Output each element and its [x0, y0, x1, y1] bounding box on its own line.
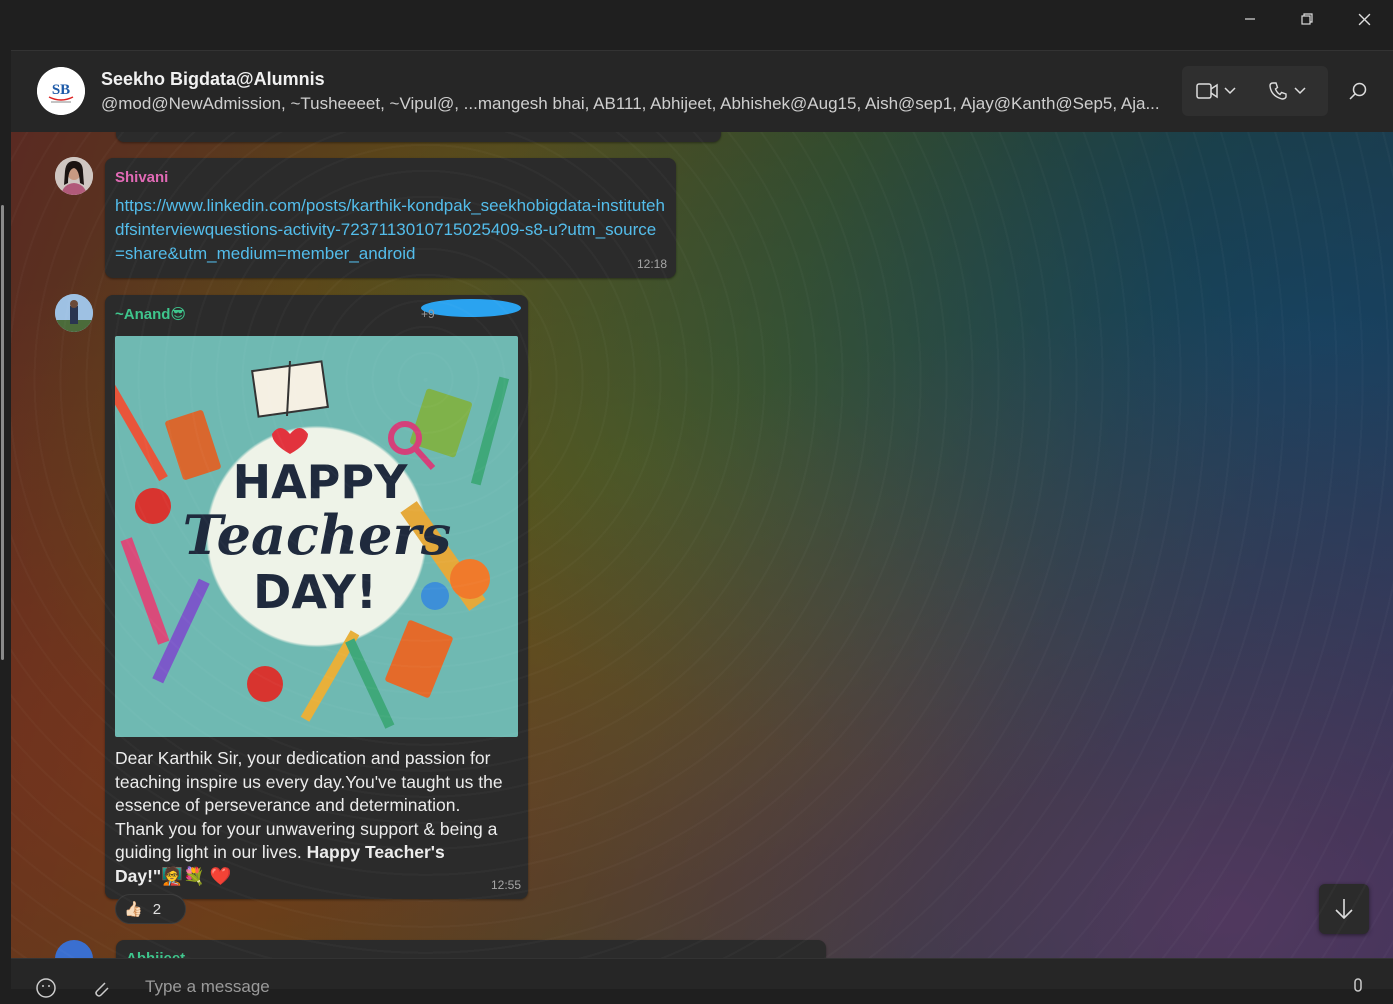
sender-name[interactable]: ~Anand😎	[115, 305, 186, 323]
video-call-icon	[1196, 83, 1218, 99]
chat-area[interactable]: Shivani https://www.linkedin.com/posts/k…	[11, 132, 1393, 958]
sender-name[interactable]: Abhijeet	[126, 950, 185, 958]
message-emoji: 🧑‍🏫💐 ❤️	[161, 865, 232, 886]
avatar-photo	[55, 294, 93, 332]
minimize-button[interactable]	[1222, 0, 1278, 38]
emoji-icon	[36, 978, 56, 998]
close-button[interactable]	[1336, 0, 1392, 38]
group-logo: SB	[37, 67, 85, 115]
restore-button[interactable]	[1279, 0, 1335, 38]
avatar-abhijeet[interactable]	[55, 940, 93, 958]
group-members[interactable]: @mod@NewAdmission, ~Tusheeeet, ~Vipul@, …	[101, 94, 1176, 114]
previous-message-bubble[interactable]	[116, 132, 721, 142]
avatar-anand[interactable]	[55, 294, 93, 332]
sender-name[interactable]: Shivani	[115, 169, 168, 186]
message-text[interactable]: Dear Karthik Sir, your dedication and pa…	[115, 747, 510, 889]
search-icon	[1349, 82, 1367, 100]
voice-call-button[interactable]	[1258, 66, 1316, 116]
message-time: 12:55	[491, 878, 522, 892]
video-call-button[interactable]	[1186, 66, 1246, 116]
message-composer: Type a message	[11, 958, 1393, 998]
sender-phone: +9	[421, 307, 435, 321]
message-link[interactable]: https://www.linkedin.com/posts/karthik-k…	[115, 194, 665, 266]
group-title[interactable]: Seekho Bigdata@Alumnis	[101, 69, 325, 90]
teachers-day-illustration: HAPPY Teachers DAY!	[115, 360, 510, 729]
chevron-down-icon	[1294, 87, 1306, 95]
reaction-badge[interactable]: 👍🏻 2	[115, 894, 186, 924]
restore-icon	[1301, 13, 1313, 25]
emoji-button[interactable]	[35, 977, 57, 1004]
scrollbar-thumb[interactable]	[1, 205, 4, 660]
message-bubble[interactable]: Abhijeet	[116, 940, 826, 958]
arrow-down-icon	[1335, 899, 1353, 920]
microphone-icon	[1354, 978, 1362, 992]
avatar-shivani[interactable]	[55, 157, 93, 195]
minimize-icon	[1245, 18, 1255, 20]
title-bar	[0, 0, 1393, 50]
thumbs-up-icon: 👍🏻	[124, 901, 143, 918]
svg-text:SB: SB	[52, 82, 70, 98]
voice-message-button[interactable]	[1351, 977, 1365, 1004]
attach-button[interactable]	[89, 977, 111, 1004]
reaction-count: 2	[152, 900, 162, 918]
svg-text:HAPPY: HAPPY	[233, 455, 409, 509]
voice-call-icon	[1269, 82, 1287, 100]
avatar-photo	[55, 157, 93, 195]
svg-text:DAY!: DAY!	[253, 565, 377, 619]
svg-text:Teachers: Teachers	[183, 503, 452, 567]
search-button[interactable]	[1343, 73, 1373, 109]
chevron-down-icon	[1224, 87, 1236, 95]
chat-header: SB Seekho Bigdata@Alumnis @mod@NewAdmiss…	[11, 50, 1393, 133]
message-bubble[interactable]: Shivani https://www.linkedin.com/posts/k…	[105, 158, 676, 278]
redaction-mark	[421, 299, 521, 317]
message-image[interactable]: HAPPY Teachers DAY!	[115, 336, 518, 737]
close-icon	[1358, 13, 1370, 25]
paperclip-icon	[95, 982, 109, 997]
message-input[interactable]: Type a message	[145, 977, 270, 997]
message-time: 12:18	[637, 257, 668, 271]
group-avatar[interactable]: SB	[37, 67, 85, 115]
scroll-to-bottom-button[interactable]	[1319, 884, 1369, 934]
message-bubble[interactable]: ~Anand😎 +9 HAPPY Teachers DAY! Dear Kart…	[105, 295, 528, 899]
call-controls	[1182, 66, 1328, 116]
